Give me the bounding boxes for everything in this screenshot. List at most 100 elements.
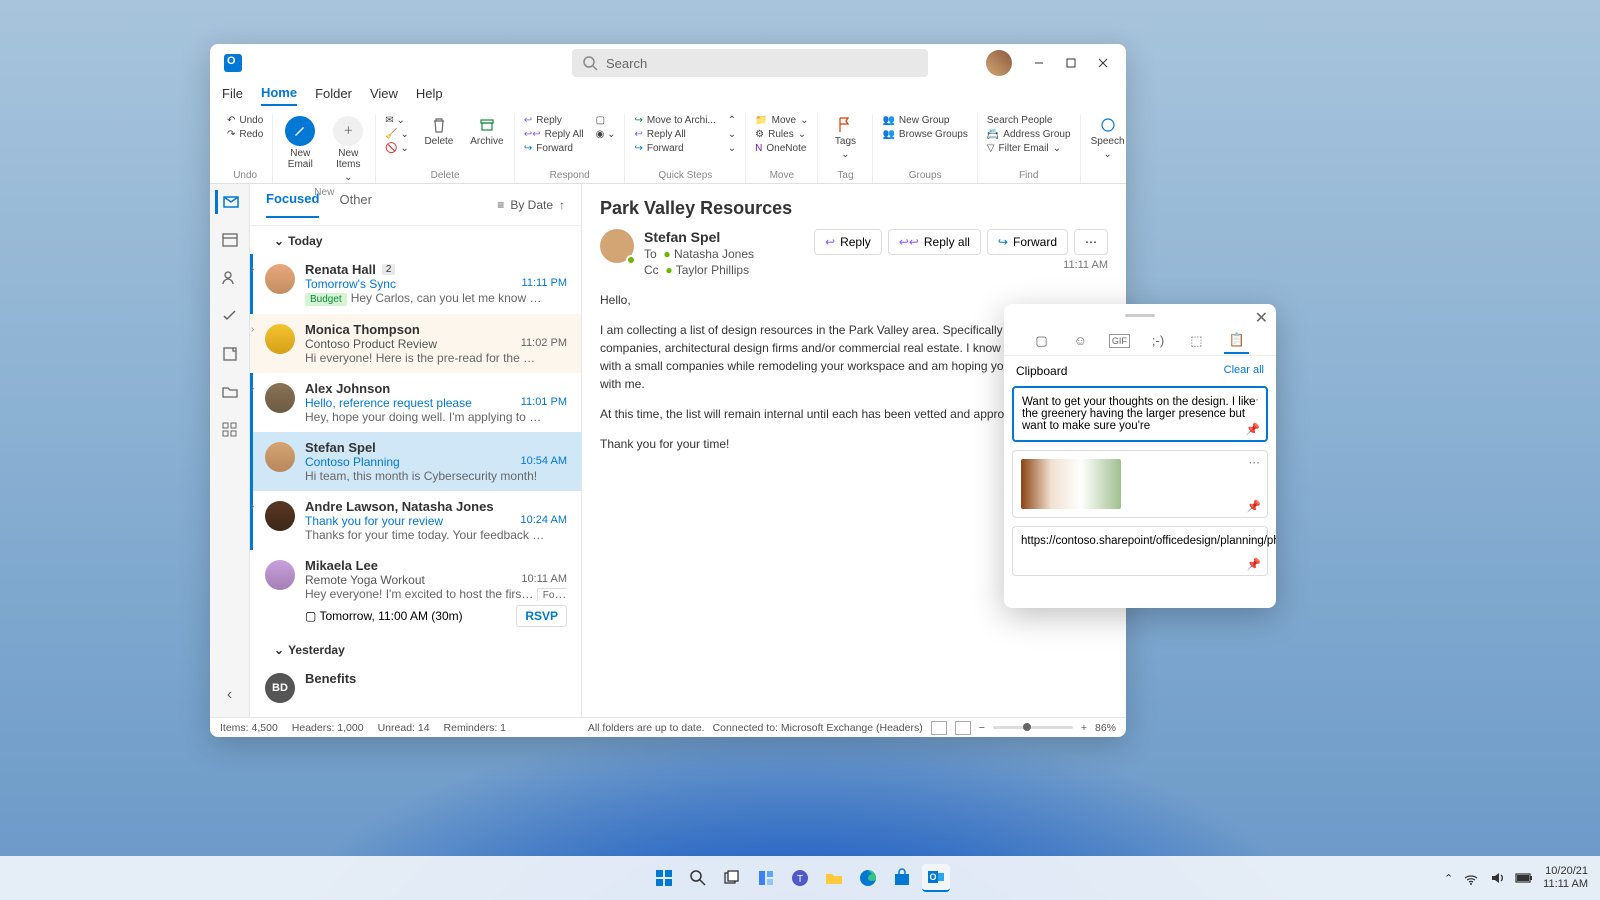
menu-help[interactable]: Help	[416, 86, 443, 105]
reply-button[interactable]: ↩Reply	[814, 229, 882, 255]
zoom-in[interactable]: +	[1081, 722, 1087, 734]
ribbon-envelope-icon[interactable]: ✉ ⌄	[382, 114, 412, 127]
rail-mail-icon[interactable]	[215, 190, 242, 214]
item-menu-icon[interactable]: ⋯	[1249, 455, 1262, 469]
clipboard-item[interactable]: https://contoso.sharepoint/officedesign/…	[1012, 526, 1268, 576]
forward-button[interactable]: ↪Forward	[987, 229, 1068, 255]
view-normal-icon[interactable]	[931, 721, 947, 735]
tab-symbols-icon[interactable]: ⬚	[1186, 329, 1206, 353]
rail-files-icon[interactable]	[218, 380, 242, 404]
new-group-button[interactable]: 👥 New Group	[879, 114, 970, 127]
menu-view[interactable]: View	[370, 86, 398, 105]
drag-handle[interactable]	[1125, 314, 1155, 317]
message-item[interactable]: › Renata Hall 2 Tomorrow's Sync11:11 PM …	[250, 254, 581, 314]
outlook-button[interactable]: O	[922, 864, 950, 892]
explorer-button[interactable]	[820, 864, 848, 892]
rail-apps-icon[interactable]	[218, 418, 242, 442]
tab-other[interactable]: Other	[339, 192, 372, 217]
rsvp-button[interactable]: RSVP	[516, 605, 567, 627]
close-icon[interactable]: ✕	[1255, 308, 1268, 328]
tab-recent-icon[interactable]: ▢	[1031, 329, 1051, 353]
close-button[interactable]	[1088, 48, 1118, 78]
tags-button[interactable]: Tags ⌄	[824, 114, 866, 162]
undo-button[interactable]: ↶ Undo	[224, 114, 266, 127]
pin-icon[interactable]: 📌	[1246, 422, 1260, 436]
message-item[interactable]: Stefan Spel Contoso Planning10:54 AM Hi …	[250, 432, 581, 491]
widgets-button[interactable]	[752, 864, 780, 892]
zoom-out[interactable]: −	[979, 722, 985, 734]
sort-arrow-icon[interactable]: ↑	[559, 198, 565, 212]
rules-button[interactable]: ⚙ Rules ⌄	[752, 128, 811, 141]
rail-tasks-icon[interactable]	[218, 304, 242, 328]
onenote-button[interactable]: N OneNote	[752, 142, 811, 155]
redo-button[interactable]: ↷ Redo	[224, 128, 266, 141]
rail-calendar-icon[interactable]	[218, 228, 242, 252]
tab-focused[interactable]: Focused	[266, 191, 319, 218]
message-item[interactable]: BD Benefits	[250, 663, 581, 711]
move-to-button[interactable]: ↪ Move to Archi...	[631, 114, 718, 127]
qs-reply-all[interactable]: ↩ Reply All	[631, 128, 718, 141]
share-icon[interactable]: ◉ ⌄	[593, 128, 619, 141]
user-avatar[interactable]	[986, 50, 1012, 76]
teams-button[interactable]: T	[786, 864, 814, 892]
sort-bydate[interactable]: By Date	[510, 198, 553, 212]
item-menu-icon[interactable]: ⋯	[1249, 531, 1262, 545]
store-button[interactable]	[888, 864, 916, 892]
message-item[interactable]: › Alex Johnson Hello, reference request …	[250, 373, 581, 432]
expand-icon[interactable]: ›	[251, 383, 254, 394]
edge-button[interactable]	[854, 864, 882, 892]
pin-icon[interactable]: 📌	[1247, 557, 1261, 571]
search-people-button[interactable]: Search People	[984, 114, 1074, 127]
menu-file[interactable]: File	[222, 86, 243, 105]
message-item[interactable]: › Andre Lawson, Natasha Jones Thank you …	[250, 491, 581, 550]
tray-chevron-icon[interactable]: ⌃	[1444, 872, 1453, 885]
expand-icon[interactable]: ›	[251, 501, 254, 512]
new-items-button[interactable]: ＋New Items ⌄	[327, 114, 369, 185]
volume-icon[interactable]	[1489, 870, 1505, 886]
date-today[interactable]: ⌄ Today	[250, 226, 581, 254]
message-item[interactable]: › Monica Thompson Contoso Product Review…	[250, 314, 581, 373]
new-email-button[interactable]: New Email	[279, 114, 321, 172]
filter-email-button[interactable]: ▽ Filter Email ⌄	[984, 142, 1074, 155]
address-group-button[interactable]: 📇 Address Group	[984, 128, 1074, 141]
rail-collapse[interactable]: ‹	[218, 683, 242, 707]
clock[interactable]: 10/20/2111:11 AM	[1543, 865, 1588, 891]
item-menu-icon[interactable]: ⋯	[1248, 392, 1261, 406]
expand-icon[interactable]: ›	[251, 264, 254, 275]
maximize-button[interactable]	[1056, 48, 1086, 78]
expand-icon[interactable]: ›	[251, 324, 254, 335]
rail-people-icon[interactable]	[218, 266, 242, 290]
more-actions-button[interactable]: ⋯	[1074, 229, 1108, 255]
reply-button[interactable]: ↩ Reply	[521, 114, 587, 127]
message-item[interactable]: Mikaela Lee Remote Yoga Workout10:11 AM …	[250, 550, 581, 635]
ribbon-tag-icon[interactable]: 🧹 ⌄	[382, 128, 412, 141]
tab-clipboard-icon[interactable]: 📋	[1224, 328, 1248, 354]
date-yesterday[interactable]: ⌄ Yesterday	[250, 635, 581, 663]
tab-emoji-icon[interactable]: ☺	[1070, 329, 1091, 352]
wifi-icon[interactable]	[1463, 870, 1479, 886]
qs-forward[interactable]: ↪ Forward	[631, 142, 718, 155]
speech-button[interactable]: Speech ⌄	[1087, 114, 1126, 162]
tab-kaomoji-icon[interactable]: ;-)	[1148, 329, 1168, 352]
clear-all-button[interactable]: Clear all	[1224, 364, 1264, 378]
menu-folder[interactable]: Folder	[315, 86, 352, 105]
menu-home[interactable]: Home	[261, 85, 297, 106]
meeting-icon[interactable]: ▢	[593, 114, 619, 127]
battery-icon[interactable]	[1515, 872, 1533, 884]
ribbon-block-icon[interactable]: 🚫 ⌄	[382, 142, 412, 155]
reply-all-button[interactable]: ↩↩Reply all	[888, 229, 981, 255]
clipboard-item[interactable]: ⋯ 📌	[1012, 450, 1268, 518]
filter-icon[interactable]: ≡	[497, 198, 504, 212]
zoom-slider[interactable]	[993, 726, 1073, 729]
forward-button[interactable]: ↪ Forward	[521, 142, 587, 155]
pin-icon[interactable]: 📌	[1247, 499, 1261, 513]
reply-all-button[interactable]: ↩↩ Reply All	[521, 128, 587, 141]
view-reading-icon[interactable]	[955, 721, 971, 735]
search-input[interactable]: Search	[572, 49, 928, 77]
move-button[interactable]: 📁 Move ⌄	[752, 114, 811, 127]
start-button[interactable]	[650, 864, 678, 892]
tab-gif-icon[interactable]: GIF	[1109, 334, 1130, 348]
clipboard-item[interactable]: Want to get your thoughts on the design.…	[1012, 386, 1268, 442]
taskview-button[interactable]	[718, 864, 746, 892]
search-button[interactable]	[684, 864, 712, 892]
